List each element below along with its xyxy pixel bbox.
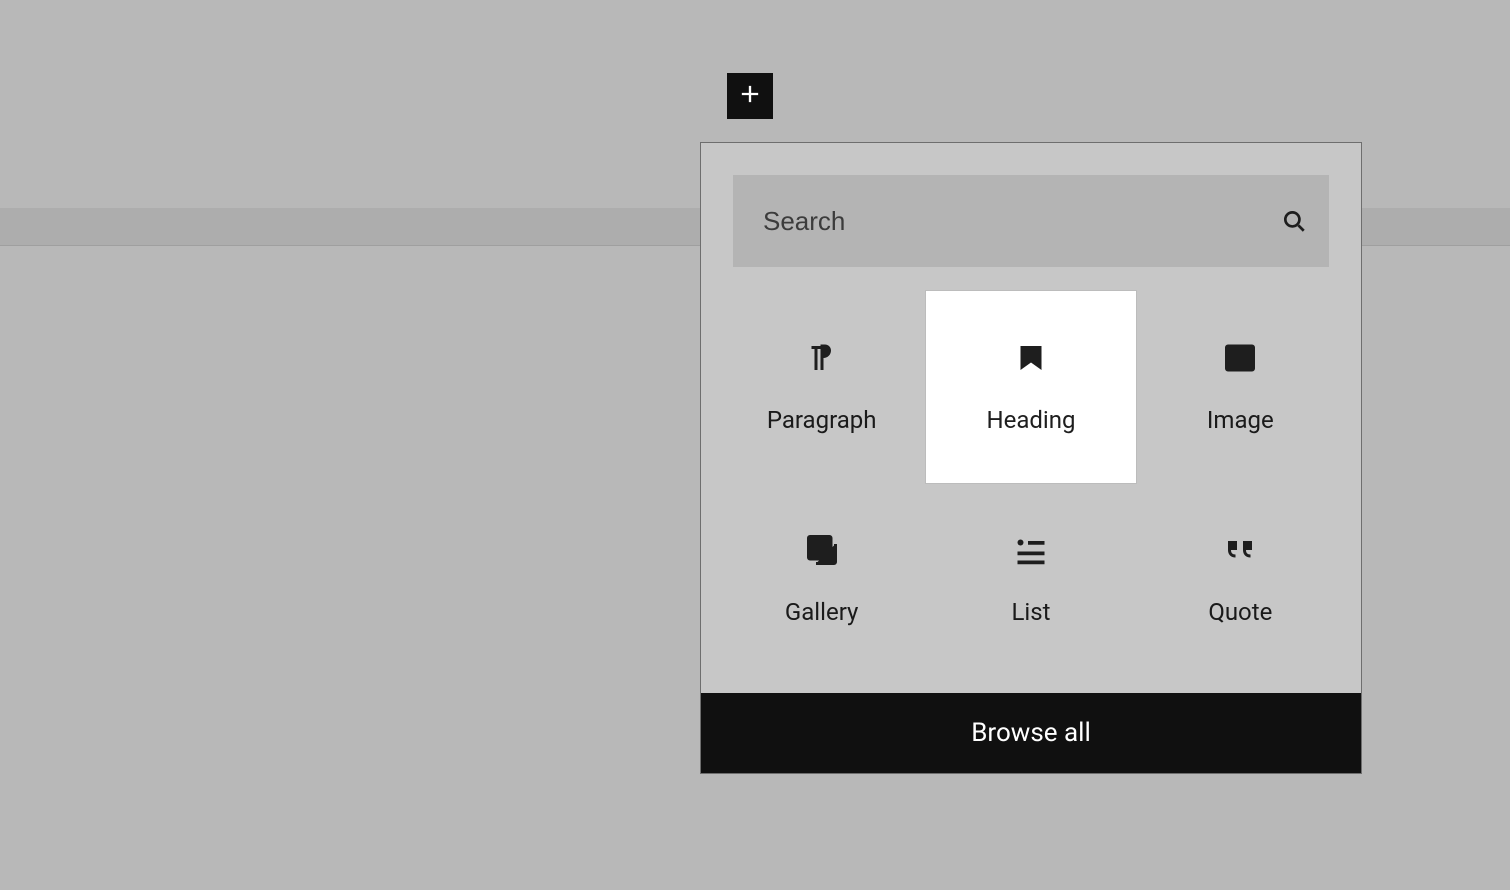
list-icon [1013, 532, 1049, 568]
block-label: Paragraph [767, 406, 877, 434]
blocks-grid: Paragraph Heading Image Gallery List [701, 291, 1361, 693]
block-label: List [1011, 598, 1050, 626]
block-label: Heading [986, 406, 1075, 434]
search-field-wrapper [733, 175, 1329, 267]
plus-icon [736, 80, 764, 112]
block-quote[interactable]: Quote [1136, 483, 1345, 675]
block-gallery[interactable]: Gallery [717, 483, 926, 675]
block-label: Image [1207, 406, 1274, 434]
block-label: Quote [1208, 598, 1272, 626]
block-paragraph[interactable]: Paragraph [717, 291, 926, 483]
heading-icon [1013, 340, 1049, 376]
gallery-icon [804, 532, 840, 568]
browse-all-label: Browse all [971, 718, 1091, 748]
paragraph-icon [804, 340, 840, 376]
block-heading[interactable]: Heading [926, 291, 1135, 483]
browse-all-button[interactable]: Browse all [701, 693, 1361, 773]
search-icon [1259, 175, 1329, 267]
search-input[interactable] [733, 175, 1259, 267]
block-image[interactable]: Image [1136, 291, 1345, 483]
block-list[interactable]: List [926, 483, 1135, 675]
search-container [701, 143, 1361, 291]
add-block-button[interactable] [727, 73, 773, 119]
block-label: Gallery [785, 598, 859, 626]
block-inserter-popover: Paragraph Heading Image Gallery List [700, 142, 1362, 774]
image-icon [1222, 340, 1258, 376]
quote-icon [1222, 532, 1258, 568]
